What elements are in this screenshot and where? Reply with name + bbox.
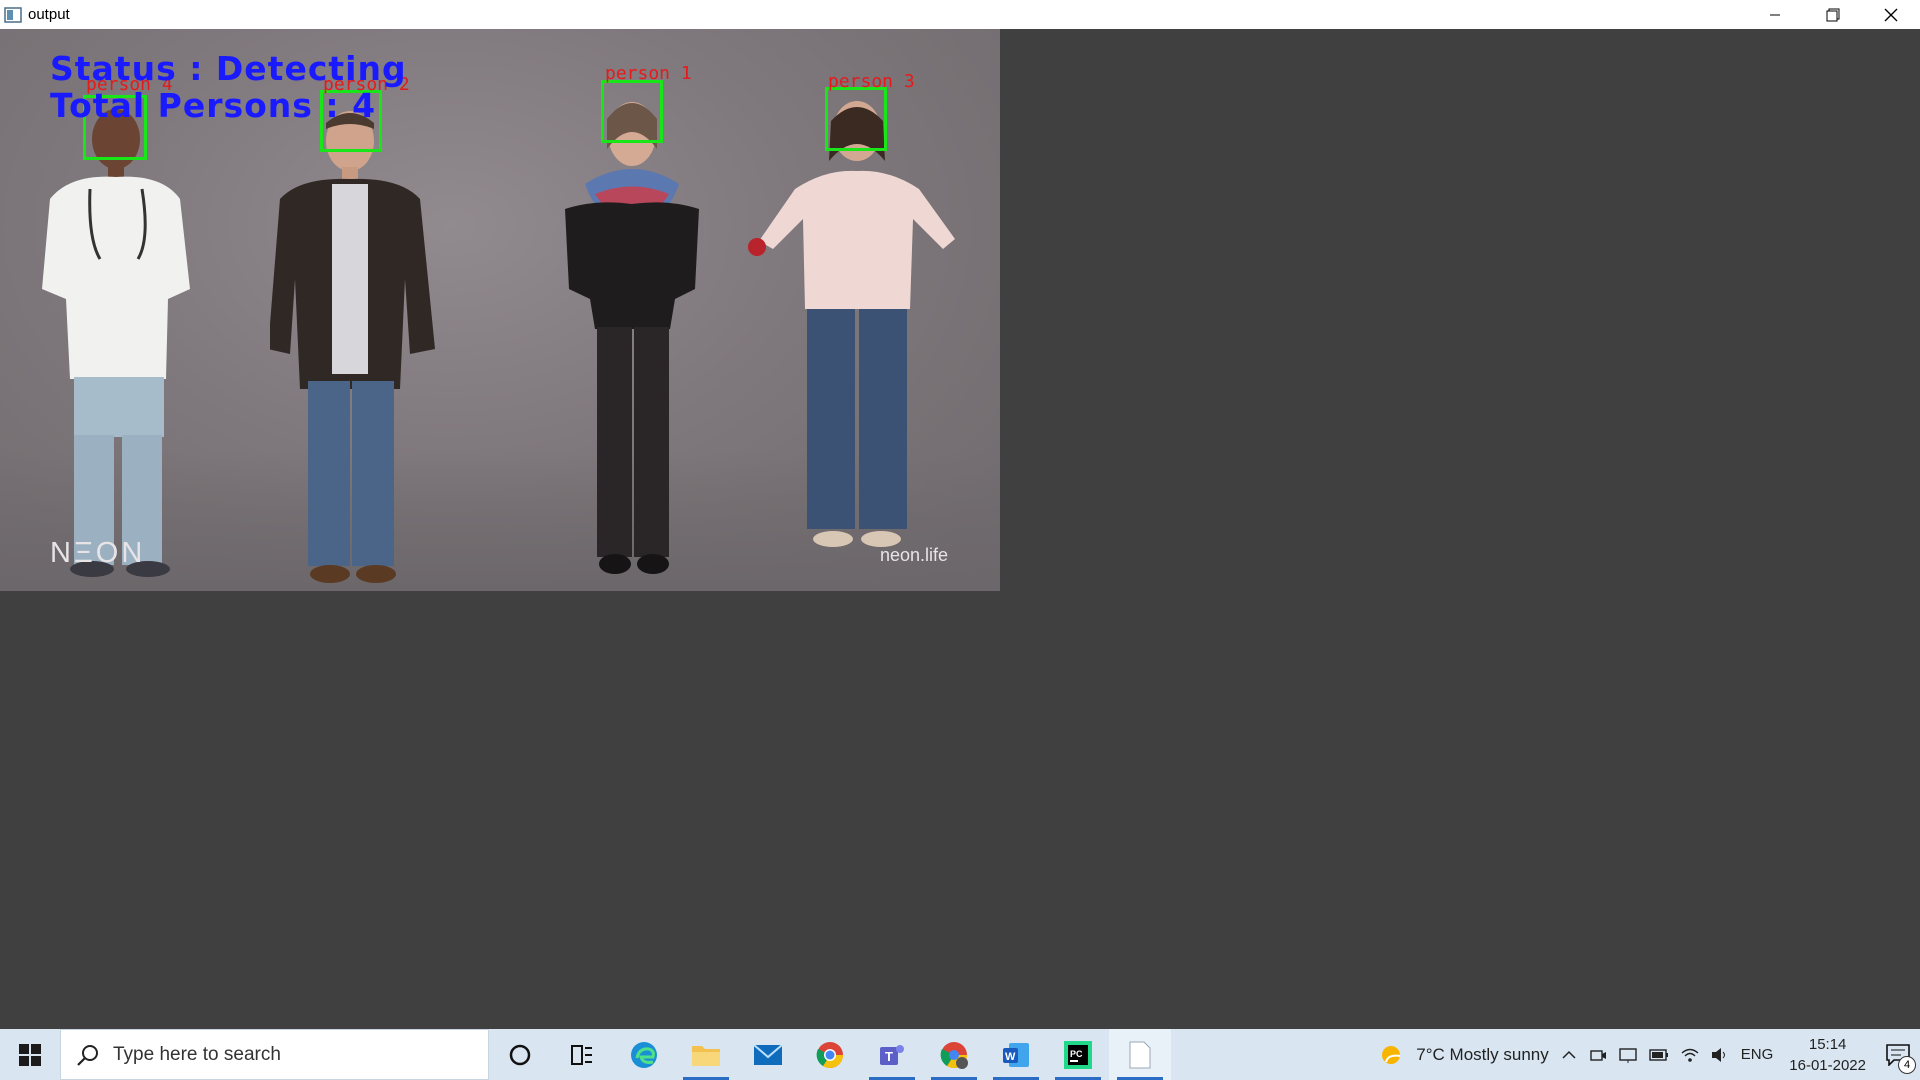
teams-icon: T xyxy=(880,1044,904,1065)
svg-text:PC: PC xyxy=(1070,1049,1083,1059)
system-tray: 7°C Mostly sunny ENG 15:14 16-01-2022 4 xyxy=(1378,1029,1920,1080)
restore-icon xyxy=(1826,8,1840,21)
title-bar: output xyxy=(0,0,1920,29)
face-label-person-1: person 1 xyxy=(605,63,692,84)
pycharm-icon: PC xyxy=(1064,1040,1092,1069)
face-box-person-1 xyxy=(601,80,663,143)
pycharm-taskbar-button[interactable]: PC xyxy=(1047,1029,1109,1080)
chrome-profile-taskbar-button[interactable] xyxy=(923,1029,985,1080)
task-view-icon xyxy=(571,1044,592,1065)
mail-taskbar-button[interactable] xyxy=(737,1029,799,1080)
battery-icon[interactable] xyxy=(1649,1048,1669,1062)
cortana-icon xyxy=(509,1044,531,1065)
notification-center-button[interactable]: 4 xyxy=(1876,1029,1920,1080)
svg-text:T: T xyxy=(885,1049,893,1064)
status-text: Status : Detecting xyxy=(50,49,407,88)
person-count-text: Total Persons : 4 xyxy=(50,86,377,125)
output-window-taskbar-button[interactable] xyxy=(1109,1029,1171,1080)
chrome-taskbar-button[interactable] xyxy=(799,1029,861,1080)
cortana-button[interactable] xyxy=(489,1029,551,1080)
chrome-profile-icon xyxy=(940,1041,968,1069)
taskbar: Type here to search T W PC 7°C Mostly su… xyxy=(0,1029,1920,1080)
neon-logo: NΞON xyxy=(50,537,146,569)
volume-icon[interactable] xyxy=(1711,1046,1729,1064)
window-controls xyxy=(1746,0,1920,29)
teams-taskbar-button[interactable]: T xyxy=(861,1029,923,1080)
meet-now-icon[interactable] xyxy=(1589,1046,1607,1064)
video-frame: person 4 person 2 person 1 person 3 Stat… xyxy=(0,29,1000,591)
minimize-button[interactable] xyxy=(1746,0,1804,29)
weather-text[interactable]: 7°C Mostly sunny xyxy=(1416,1045,1548,1065)
blank-document-icon xyxy=(1129,1041,1151,1068)
taskbar-clock[interactable]: 15:14 16-01-2022 xyxy=(1789,1034,1866,1076)
search-placeholder: Type here to search xyxy=(113,1043,281,1065)
folder-icon xyxy=(692,1045,720,1066)
wifi-icon[interactable] xyxy=(1681,1046,1699,1064)
taskbar-search-box[interactable]: Type here to search xyxy=(60,1029,489,1080)
person-man xyxy=(270,111,435,583)
clock-time: 15:14 xyxy=(1808,1035,1847,1053)
task-view-button[interactable] xyxy=(551,1029,613,1080)
clock-date: 16-01-2022 xyxy=(1789,1056,1866,1074)
svg-text:W: W xyxy=(1005,1051,1016,1063)
restore-button[interactable] xyxy=(1804,0,1862,29)
minimize-icon xyxy=(1770,14,1780,15)
weather-sun-icon[interactable] xyxy=(1378,1042,1404,1068)
close-icon xyxy=(1884,8,1898,21)
word-taskbar-button[interactable]: W xyxy=(985,1029,1047,1080)
app-icon xyxy=(4,6,22,24)
file-explorer-taskbar-button[interactable] xyxy=(675,1029,737,1080)
notification-count-badge: 4 xyxy=(1898,1056,1916,1074)
face-label-person-3: person 3 xyxy=(828,71,915,92)
windows-icon xyxy=(19,1043,41,1066)
person-doctor xyxy=(42,109,190,577)
edge-icon xyxy=(631,1041,657,1068)
display-icon[interactable] xyxy=(1619,1046,1637,1064)
start-button[interactable] xyxy=(0,1029,60,1080)
face-box-person-3 xyxy=(825,87,887,151)
search-icon xyxy=(77,1044,98,1066)
word-icon: W xyxy=(1003,1042,1029,1067)
neon-site-watermark: neon.life xyxy=(880,545,949,565)
window-title: output xyxy=(28,6,70,23)
chrome-icon xyxy=(816,1041,844,1068)
chevron-up-icon[interactable] xyxy=(1561,1047,1577,1063)
language-indicator[interactable]: ENG xyxy=(1741,1046,1774,1063)
close-button[interactable] xyxy=(1862,0,1920,29)
edge-taskbar-button[interactable] xyxy=(613,1029,675,1080)
mail-icon xyxy=(753,1043,783,1065)
